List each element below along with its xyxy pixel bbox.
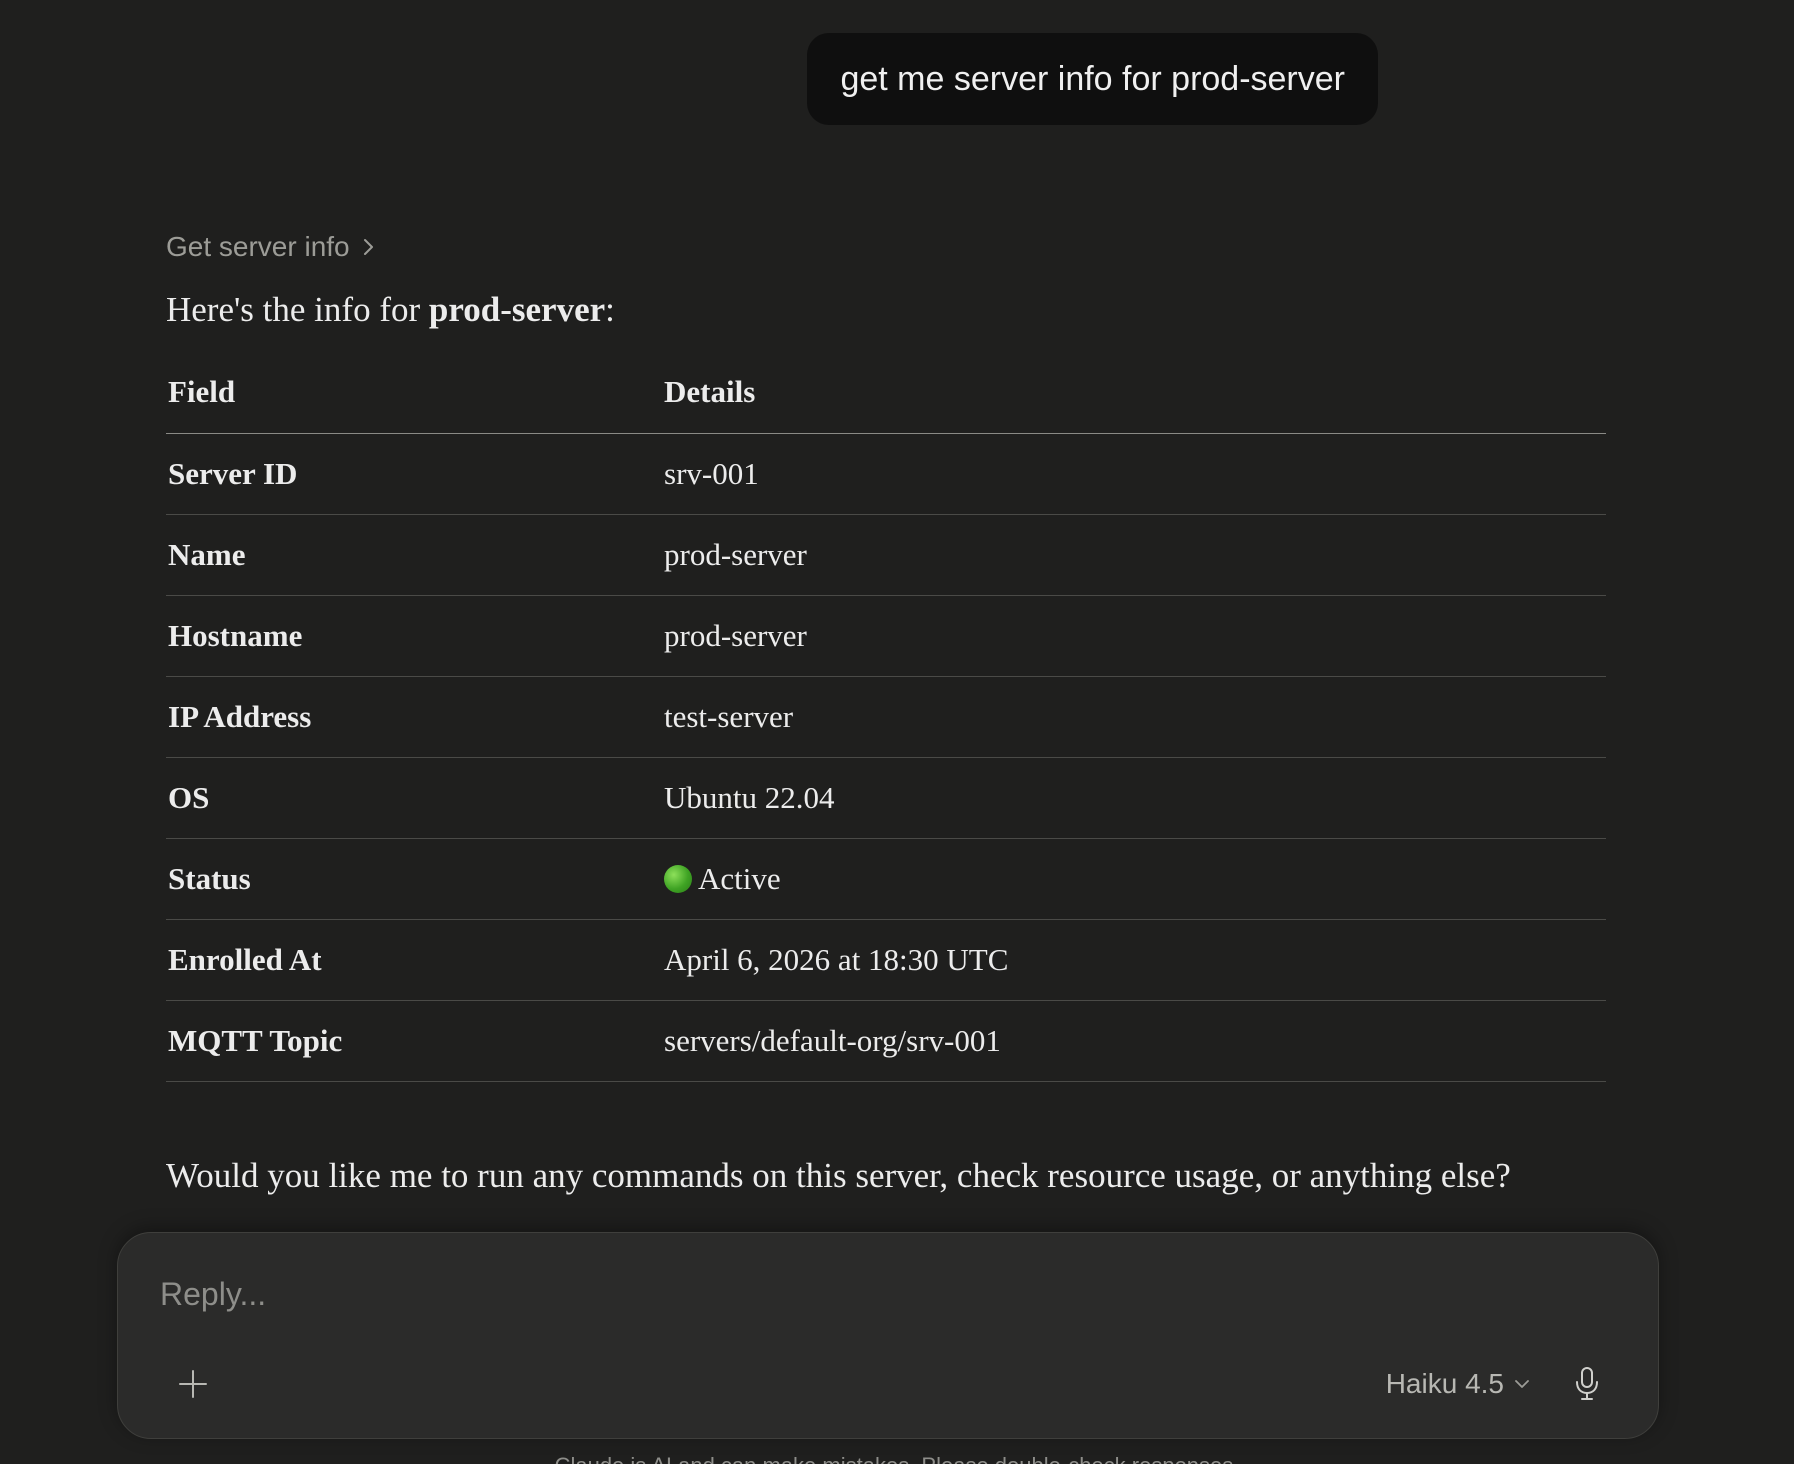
microphone-icon — [1576, 1367, 1598, 1400]
assistant-intro: Here's the info for prod-server: — [166, 285, 1606, 335]
status-text: Active — [698, 861, 781, 896]
reply-input[interactable] — [160, 1269, 1560, 1319]
table-row: Status Active — [166, 838, 1606, 920]
reply-composer: Haiku 4.5 — [117, 1232, 1659, 1439]
server-info-table: Field Details Server ID srv-001 Name pro… — [166, 351, 1606, 1082]
table-row: Server ID srv-001 — [166, 433, 1606, 515]
tool-call-toggle[interactable]: Get server info — [166, 225, 376, 269]
table-cell-field: IP Address — [166, 676, 662, 758]
table-cell-value: servers/default-org/srv-001 — [662, 1000, 1606, 1082]
table-row: IP Address test-server — [166, 676, 1606, 758]
table-cell-field: Server ID — [166, 433, 662, 515]
voice-input-button[interactable] — [1560, 1357, 1614, 1411]
table-row: Enrolled At April 6, 2026 at 18:30 UTC — [166, 919, 1606, 1001]
table-cell-field: Enrolled At — [166, 919, 662, 1001]
intro-prefix: Here's the info for — [166, 290, 429, 329]
chevron-down-icon — [1515, 1380, 1529, 1388]
assistant-followup: Would you like me to run any commands on… — [166, 1156, 1511, 1195]
table-cell-field: Status — [166, 838, 662, 920]
assistant-message: Get server info Here's the info for prod… — [166, 225, 1606, 1082]
model-name: Haiku 4.5 — [1385, 1368, 1504, 1399]
intro-suffix: : — [605, 290, 615, 329]
table-cell-value: prod-server — [662, 595, 1606, 677]
green-circle-icon — [664, 865, 692, 893]
table-header-row: Field Details — [166, 351, 1606, 434]
plus-icon — [179, 1370, 207, 1398]
table-cell-field: MQTT Topic — [166, 1000, 662, 1082]
table-cell-value: prod-server — [662, 514, 1606, 596]
chevron-right-icon — [363, 239, 373, 255]
table-row: OS Ubuntu 22.04 — [166, 757, 1606, 839]
table-cell-value: srv-001 — [662, 433, 1606, 515]
table-cell-field: Hostname — [166, 595, 662, 677]
table-cell-value: Active — [662, 838, 1606, 920]
table-cell-field: Name — [166, 514, 662, 596]
user-message-text: get me server info for prod-server — [840, 59, 1345, 98]
model-selector[interactable]: Haiku 4.5 — [1386, 1359, 1530, 1409]
table-header-field: Field — [166, 351, 662, 434]
intro-server-name: prod-server — [428, 290, 606, 329]
table-header-details: Details — [662, 351, 1606, 434]
user-message-bubble: get me server info for prod-server — [807, 33, 1378, 125]
table-row: Name prod-server — [166, 514, 1606, 596]
add-attachment-button[interactable] — [166, 1357, 220, 1411]
disclaimer-text: Claude is AI and can make mistakes. Plea… — [0, 1453, 1794, 1464]
table-cell-value: test-server — [662, 676, 1606, 758]
table-cell-field: OS — [166, 757, 662, 839]
table-row: MQTT Topic servers/default-org/srv-001 — [166, 1000, 1606, 1082]
table-cell-value: April 6, 2026 at 18:30 UTC — [662, 919, 1606, 1001]
table-cell-value: Ubuntu 22.04 — [662, 757, 1606, 839]
table-row: Hostname prod-server — [166, 595, 1606, 677]
tool-call-label: Get server info — [166, 231, 350, 262]
